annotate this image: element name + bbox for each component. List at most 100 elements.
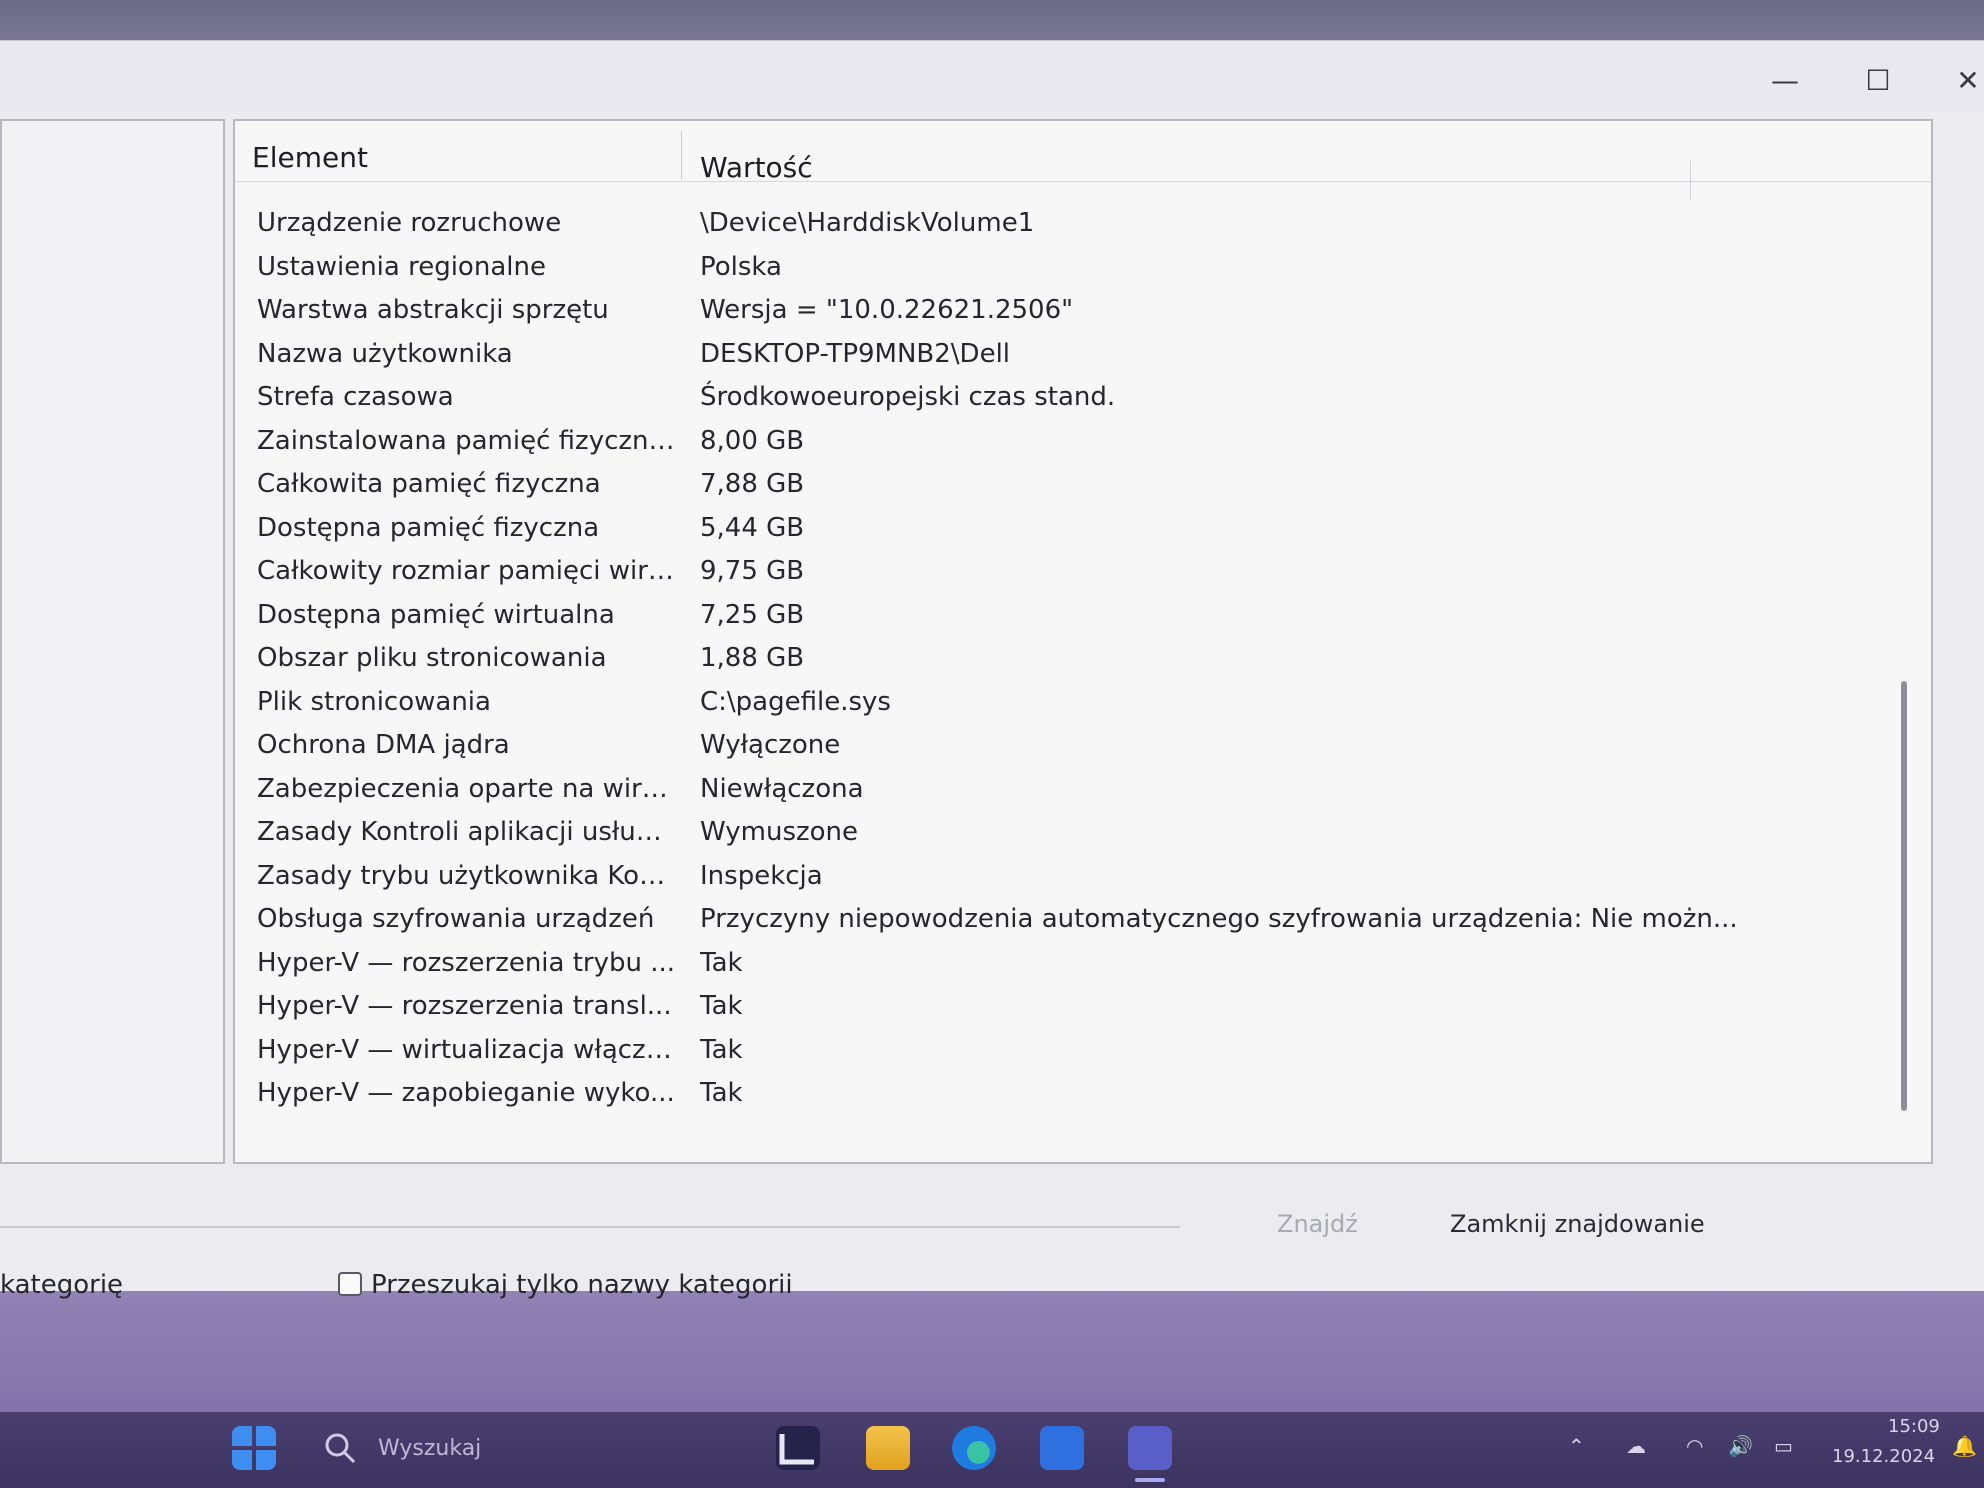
taskbar: Wyszukaj ⌃ ☁ ◠ 🔊 ▭ 15:09 19.12.2024 🔔 (0, 1412, 1984, 1488)
row-value-cell: Wymuszone (700, 817, 859, 847)
search-category-label[interactable]: kategorię (0, 1270, 123, 1300)
close-button[interactable]: ✕ (1948, 61, 1984, 101)
list-row[interactable]: Całkowita pamięć fizyczna 7,88 GB (235, 464, 1875, 504)
list-row[interactable]: Hyper-V — zapobieganie wyko... Tak (235, 1073, 1875, 1113)
list-row[interactable]: Całkowity rozmiar pamięci wirt... 9,75 GB (235, 551, 1875, 591)
row-value-cell: 7,88 GB (700, 469, 805, 499)
search-only-categories-label[interactable]: Przeszukaj tylko nazwy kategorii (371, 1270, 793, 1300)
find-button[interactable]: Znajdź (1277, 1210, 1358, 1238)
list-row[interactable]: Zasady trybu użytkownika Kont... Inspekcj… (235, 856, 1875, 896)
row-element-cell: Ochrona DMA jądra (257, 730, 510, 760)
row-value-cell: Niewłączona (700, 774, 864, 804)
list-row[interactable]: Urządzenie rozruchowe \Device\HarddiskVol… (235, 203, 1875, 243)
row-element-cell: Całkowity rozmiar pamięci wirt... (257, 556, 677, 586)
row-value-cell: Środkowoeuropejski czas stand. (700, 382, 1116, 412)
list-row[interactable]: Plik stronicowania C:\pagefile.sys (235, 682, 1875, 722)
row-value-cell: 5,44 GB (700, 513, 805, 543)
list-header: Element Wartość (235, 121, 1931, 184)
list-row[interactable]: Ustawienia regionalne Polska (235, 247, 1875, 287)
list-row[interactable]: Obszar pliku stronicowania 1,88 GB (235, 638, 1875, 678)
row-element-cell: Hyper-V — rozszerzenia transl... (257, 991, 672, 1021)
row-value-cell: Przyczyny niepowodzenia automatycznego s… (700, 904, 1738, 934)
taskbar-search-input[interactable]: Wyszukaj (378, 1436, 481, 1461)
system-information-app-icon[interactable] (1128, 1426, 1172, 1470)
start-icon[interactable] (232, 1426, 276, 1470)
battery-icon[interactable]: ▭ (1774, 1434, 1793, 1458)
search-icon[interactable] (322, 1430, 358, 1466)
list-row[interactable]: Obsługa szyfrowania urządzeń Przyczyny ni… (235, 899, 1875, 939)
chevron-up-icon[interactable]: ⌃ (1568, 1434, 1585, 1458)
maximize-button[interactable]: ☐ (1858, 61, 1898, 101)
row-value-cell: Polska (700, 252, 782, 282)
row-value-cell: 9,75 GB (700, 556, 805, 586)
file-explorer-icon[interactable] (866, 1426, 910, 1470)
list-row[interactable]: Dostępna pamięć fizyczna 5,44 GB (235, 508, 1875, 548)
row-value-cell: Tak (700, 1078, 743, 1108)
row-value-cell: Tak (700, 948, 743, 978)
row-value-cell: DESKTOP-TP9MNB2\Dell (700, 339, 1011, 369)
row-value-cell: Inspekcja (700, 861, 823, 891)
row-element-cell: Dostępna pamięć wirtualna (257, 600, 615, 630)
task-view-icon[interactable] (776, 1426, 820, 1470)
list-row[interactable]: Hyper-V — wirtualizacja włączo... Tak (235, 1030, 1875, 1070)
row-element-cell: Plik stronicowania (257, 687, 491, 717)
row-value-cell: \Device\HarddiskVolume1 (700, 208, 1035, 238)
row-value-cell: Wersja = "10.0.22621.2506" (700, 295, 1074, 325)
row-value-cell: Tak (700, 1035, 743, 1065)
row-element-cell: Hyper-V — rozszerzenia trybu ... (257, 948, 676, 978)
find-panel: Znajdź Zamknij znajdowanie kategorię Prz… (0, 1164, 1984, 1300)
row-value-cell: Wyłączone (700, 730, 841, 760)
store-icon[interactable] (1040, 1426, 1084, 1470)
edge-browser-icon[interactable] (952, 1426, 996, 1470)
row-element-cell: Obsługa szyfrowania urządzeń (257, 904, 655, 934)
list-row[interactable]: Dostępna pamięć wirtualna 7,25 GB (235, 595, 1875, 635)
list-row[interactable]: Warstwa abstrakcji sprzętu Wersja = "10.0… (235, 290, 1875, 330)
volume-icon[interactable]: 🔊 (1728, 1434, 1753, 1458)
system-information-window: — ☐ ✕ Element Wartość Urządzenie rozruch… (0, 40, 1984, 1300)
column-header-value[interactable]: Wartość (700, 151, 813, 184)
close-find-button[interactable]: Zamknij znajdowanie (1450, 1210, 1705, 1238)
search-only-categories-checkbox[interactable] (338, 1272, 362, 1296)
list-row[interactable]: Ochrona DMA jądra Wyłączone (235, 725, 1875, 765)
title-bar: — ☐ ✕ (0, 41, 1984, 111)
column-header-element[interactable]: Element (252, 141, 368, 174)
category-tree-pane[interactable] (0, 119, 225, 1164)
clock-date[interactable]: 19.12.2024 (1832, 1446, 1935, 1467)
row-element-cell: Hyper-V — wirtualizacja włączo... (257, 1035, 677, 1065)
list-row[interactable]: Strefa czasowa Środkowoeuropejski czas st… (235, 377, 1875, 417)
list-row[interactable]: Hyper-V — rozszerzenia transl... Tak (235, 986, 1875, 1026)
row-value-cell: C:\pagefile.sys (700, 687, 891, 717)
wifi-icon[interactable]: ◠ (1686, 1434, 1703, 1458)
row-element-cell: Warstwa abstrakcji sprzętu (257, 295, 609, 325)
list-row[interactable]: Zainstalowana pamięć fizyczna ... 8,00 GB (235, 421, 1875, 461)
notification-bell-icon[interactable]: 🔔 (1952, 1434, 1977, 1458)
row-element-cell: Zainstalowana pamięć fizyczna ... (257, 426, 677, 456)
details-list-pane[interactable]: Element Wartość Urządzenie rozruchowe \De… (233, 119, 1933, 1164)
column-divider[interactable] (681, 131, 682, 179)
row-element-cell: Nazwa użytkownika (257, 339, 513, 369)
row-element-cell: Hyper-V — zapobieganie wyko... (257, 1078, 675, 1108)
row-element-cell: Zasady trybu użytkownika Kont... (257, 861, 677, 891)
row-element-cell: Ustawienia regionalne (257, 252, 546, 282)
column-divider (1690, 161, 1691, 201)
active-app-indicator (1135, 1478, 1165, 1482)
onedrive-icon[interactable]: ☁ (1626, 1434, 1646, 1458)
vertical-scrollbar[interactable] (1901, 681, 1907, 1111)
row-value-cell: 1,88 GB (700, 643, 805, 673)
list-row[interactable]: Zasady Kontroli aplikacji usługi ... Wymu… (235, 812, 1875, 852)
row-value-cell: 7,25 GB (700, 600, 805, 630)
row-element-cell: Zabezpieczenia oparte na wirtu... (257, 774, 677, 804)
list-row[interactable]: Hyper-V — rozszerzenia trybu ... Tak (235, 943, 1875, 983)
clock-time[interactable]: 15:09 (1888, 1416, 1940, 1437)
row-value-cell: Tak (700, 991, 743, 1021)
row-value-cell: 8,00 GB (700, 426, 805, 456)
minimize-button[interactable]: — (1765, 61, 1805, 101)
list-row[interactable]: Zabezpieczenia oparte na wirtu... Niewłąc… (235, 769, 1875, 809)
row-element-cell: Obszar pliku stronicowania (257, 643, 607, 673)
row-element-cell: Urządzenie rozruchowe (257, 208, 562, 238)
row-element-cell: Strefa czasowa (257, 382, 454, 412)
row-element-cell: Zasady Kontroli aplikacji usługi ... (257, 817, 677, 847)
find-input-underline[interactable] (0, 1226, 1180, 1228)
row-element-cell: Całkowita pamięć fizyczna (257, 469, 601, 499)
list-row[interactable]: Nazwa użytkownika DESKTOP-TP9MNB2\Dell (235, 334, 1875, 374)
